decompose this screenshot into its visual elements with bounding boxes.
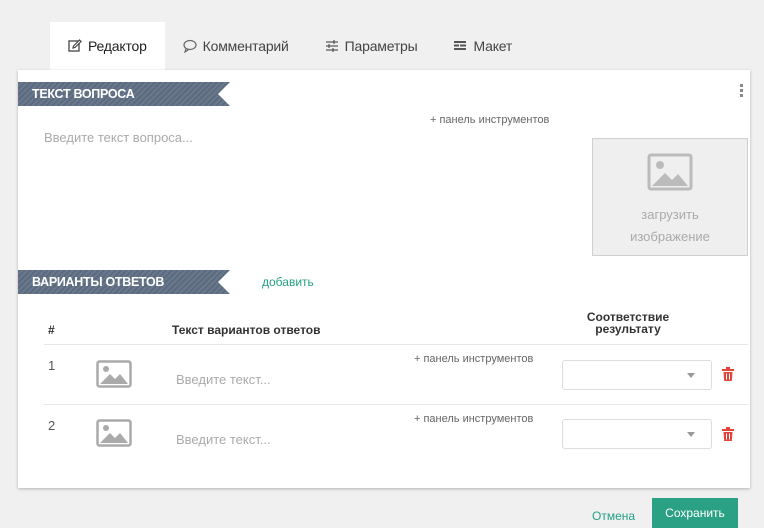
answer-image-icon[interactable] <box>96 419 132 452</box>
answer-image-icon[interactable] <box>96 360 132 393</box>
column-header-number: # <box>48 323 55 337</box>
table-divider <box>44 344 748 345</box>
column-header-answer-text: Текст вариантов ответов <box>172 323 321 337</box>
upload-label-line1: загрузить <box>641 207 699 222</box>
result-select[interactable] <box>562 360 712 390</box>
tab-layout-label: Макет <box>473 38 513 54</box>
chevron-down-icon <box>687 373 695 378</box>
cancel-button[interactable]: Отмена <box>592 509 635 523</box>
tab-editor-label: Редактор <box>88 38 147 54</box>
column-header-result-line2: результату <box>595 322 661 336</box>
answers-section-title: ВАРИАНТЫ ОТВЕТОВ <box>18 270 230 294</box>
save-button[interactable]: Сохранить <box>652 498 738 528</box>
sliders-icon <box>325 39 339 53</box>
question-section-title: ТЕКСТ ВОПРОСА <box>18 82 230 106</box>
tab-settings[interactable]: Параметры <box>307 22 436 70</box>
answer-text-input[interactable] <box>176 372 396 387</box>
tab-settings-label: Параметры <box>344 38 418 54</box>
answer-text-input[interactable] <box>176 432 396 447</box>
answer-toolbar-link[interactable]: + панель инструментов <box>414 413 533 425</box>
image-icon <box>593 153 747 196</box>
add-answer-link[interactable]: добавить <box>262 275 314 289</box>
answer-row-number: 1 <box>48 358 56 373</box>
table-divider <box>44 404 748 405</box>
delete-answer-icon[interactable] <box>722 427 734 446</box>
column-header-result: Соответствие результату <box>568 311 688 335</box>
question-text-input[interactable] <box>44 130 404 145</box>
upload-image-button[interactable]: загрузить изображение <box>592 138 748 256</box>
more-options-icon[interactable] <box>740 84 744 97</box>
upload-label-line2: изображение <box>630 229 710 244</box>
comment-icon <box>183 39 197 53</box>
editor-tabs: Редактор Комментарий Параметры Макет <box>50 22 530 70</box>
question-toolbar-link[interactable]: + панель инструментов <box>430 114 549 126</box>
tab-comment-label: Комментарий <box>202 38 289 54</box>
result-select[interactable] <box>562 419 712 449</box>
answer-toolbar-link[interactable]: + панель инструментов <box>414 353 533 365</box>
tab-comment[interactable]: Комментарий <box>165 22 307 70</box>
answer-row-number: 2 <box>48 418 56 433</box>
tab-layout[interactable]: Макет <box>435 22 530 70</box>
delete-answer-icon[interactable] <box>722 367 734 386</box>
tab-editor[interactable]: Редактор <box>50 22 165 70</box>
chevron-down-icon <box>687 432 695 437</box>
question-editor-card: ТЕКСТ ВОПРОСА + панель инструментов загр… <box>18 70 750 488</box>
edit-icon <box>68 39 82 53</box>
layout-icon <box>453 39 467 53</box>
